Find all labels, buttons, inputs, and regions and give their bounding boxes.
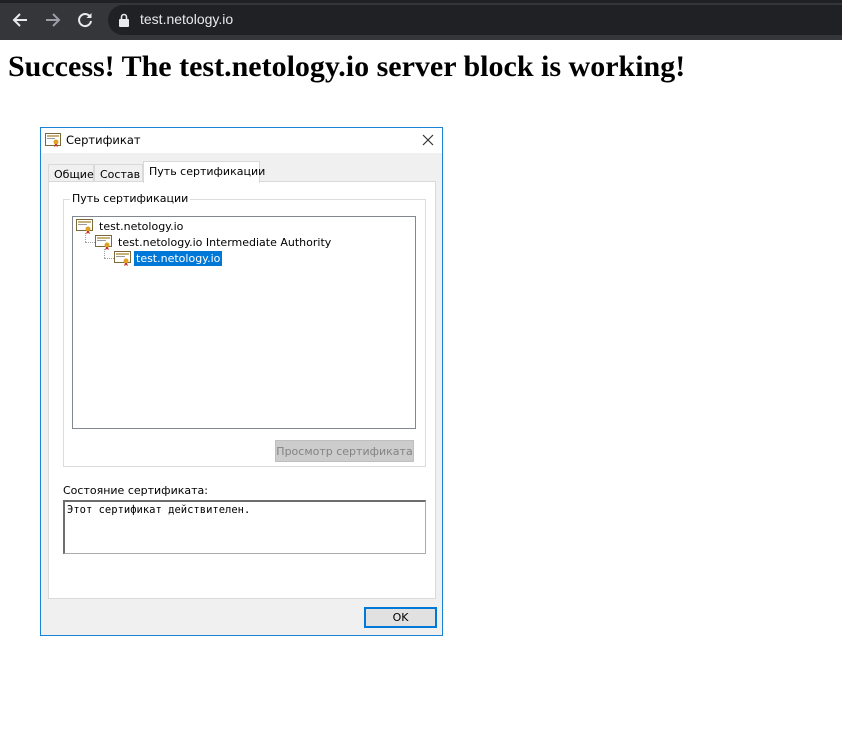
reload-icon (78, 13, 92, 28)
certificate-dialog: Сертификат Общие Состав Путь сертификаци… (40, 127, 443, 636)
tree-node-leaf[interactable]: test.netology.io (114, 250, 223, 266)
group-label: Путь сертификации (70, 192, 191, 205)
address-bar[interactable]: test.netology.io (108, 5, 842, 35)
view-certificate-button[interactable]: Просмотр сертификата (275, 440, 414, 462)
lock-icon[interactable] (118, 13, 130, 27)
url-text[interactable]: test.netology.io (140, 11, 233, 27)
tree-node-label[interactable]: test.netology.io (97, 219, 185, 234)
certificate-tree[interactable]: test.netology.io test.netology.io Interm… (72, 216, 416, 429)
dialog-titlebar[interactable]: Сертификат (41, 128, 442, 153)
tab-general[interactable]: Общие (48, 164, 94, 182)
tab-certification-path[interactable]: Путь сертификации (143, 161, 265, 183)
tree-node-intermediate[interactable]: test.netology.io Intermediate Authority (95, 234, 333, 250)
arrow-left-icon (12, 13, 27, 27)
certificate-icon (45, 133, 61, 147)
back-button[interactable] (9, 9, 31, 31)
certificate-icon (76, 218, 93, 234)
tree-connector (104, 258, 114, 259)
tab-panel: Путь сертификации test.netology.io test.… (48, 181, 436, 599)
certificate-icon (95, 234, 112, 250)
browser-toolbar: test.netology.io (0, 0, 842, 40)
certificate-status-label: Состояние сертификата: (63, 484, 208, 497)
tree-node-label-selected[interactable]: test.netology.io (134, 250, 223, 266)
close-icon[interactable] (420, 132, 436, 148)
forward-button[interactable] (42, 9, 64, 31)
arrow-right-icon (46, 13, 61, 27)
ok-button[interactable]: OK (364, 607, 437, 628)
certification-path-group: Путь сертификации test.netology.io test.… (63, 192, 426, 467)
certificate-status-text: Этот сертификат действителен. (67, 504, 251, 516)
certificate-status-box[interactable]: Этот сертификат действителен. (63, 500, 426, 554)
tree-connector (104, 249, 105, 258)
tab-details[interactable]: Состав (94, 164, 143, 182)
tree-node-label[interactable]: test.netology.io Intermediate Authority (116, 235, 333, 250)
page-heading: Success! The test.netology.io server blo… (8, 50, 686, 83)
tree-connector (85, 242, 95, 243)
certificate-icon (114, 250, 131, 266)
dialog-title: Сертификат (66, 133, 141, 147)
tree-connector (85, 233, 86, 242)
tab-strip-edge (0, 0, 842, 3)
tree-node-root[interactable]: test.netology.io (76, 218, 185, 234)
reload-button[interactable] (74, 9, 96, 31)
